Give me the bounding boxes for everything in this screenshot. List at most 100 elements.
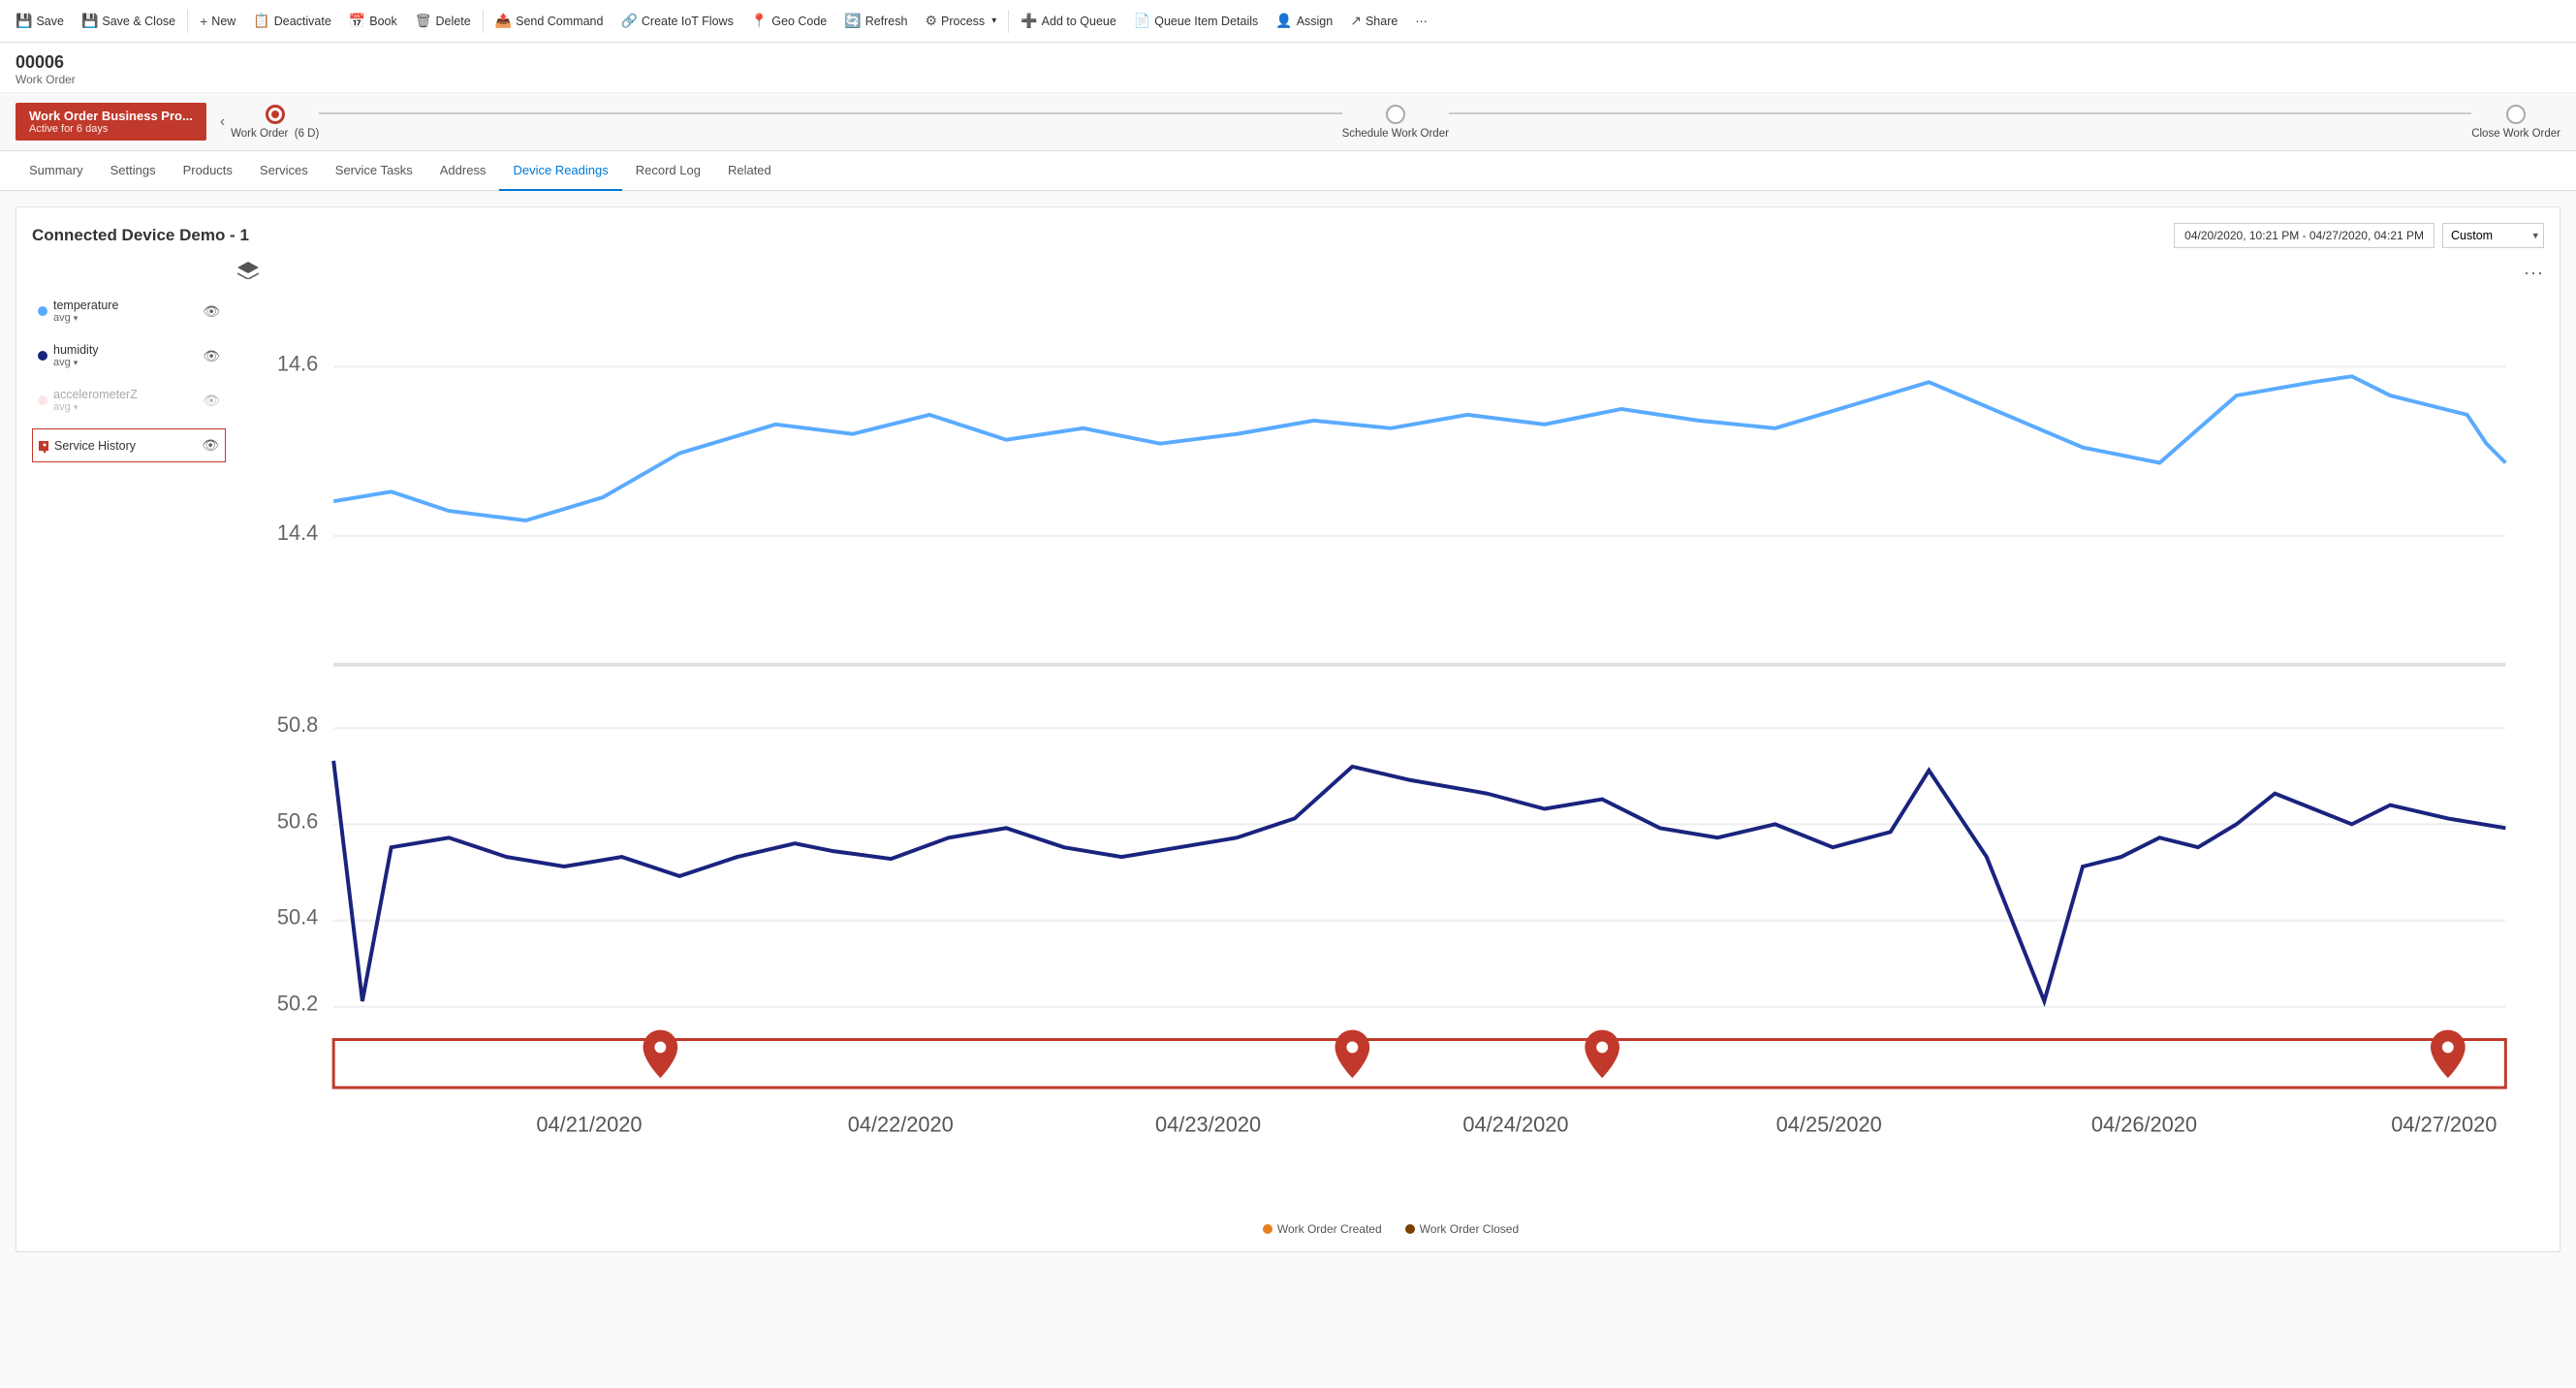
stage-label-2: Schedule Work Order bbox=[1342, 128, 1449, 140]
main-content: Connected Device Demo - 1 04/20/2020, 10… bbox=[0, 191, 2576, 1385]
chart-layers-icon[interactable] bbox=[237, 262, 259, 284]
humidity-agg-chevron[interactable]: ▾ bbox=[74, 358, 79, 368]
stage-bar: Work Order Business Pro... Active for 6 … bbox=[0, 93, 2576, 151]
legend-item-service-history[interactable]: Service History 👁 bbox=[32, 428, 226, 462]
more-button[interactable]: ⋯ bbox=[1407, 8, 1435, 34]
humidity-dot bbox=[38, 351, 47, 361]
stage-item-1[interactable]: Work Order (6 D) bbox=[231, 105, 319, 140]
stage-circle-1 bbox=[266, 105, 285, 124]
stage-label-1: Work Order (6 D) bbox=[231, 128, 319, 140]
tabs-bar: Summary Settings Products Services Servi… bbox=[0, 151, 2576, 191]
stage-circle-2 bbox=[1386, 105, 1405, 124]
tab-products[interactable]: Products bbox=[170, 151, 246, 191]
add-queue-icon: ➕ bbox=[1021, 13, 1037, 29]
work-order-created-dot bbox=[1263, 1224, 1272, 1234]
accelerometerZ-agg-chevron[interactable]: ▾ bbox=[74, 402, 79, 413]
record-header: 00006 Work Order bbox=[0, 43, 2576, 93]
date-range-control: 04/20/2020, 10:21 PM - 04/27/2020, 04:21… bbox=[2174, 223, 2544, 248]
humidity-label-wrap: humidity avg ▾ bbox=[53, 343, 99, 368]
record-type: Work Order bbox=[16, 73, 2560, 86]
iot-icon: 🔗 bbox=[620, 13, 637, 29]
geo-code-icon: 📍 bbox=[751, 13, 768, 29]
geo-code-button[interactable]: 📍 Geo Code bbox=[743, 7, 834, 35]
chart-toolbar: ··· bbox=[237, 262, 2544, 284]
service-history-label: Service History bbox=[54, 439, 136, 453]
stage-progress: Work Order (6 D) Schedule Work Order Clo… bbox=[231, 105, 2560, 140]
service-history-dot bbox=[39, 441, 48, 451]
work-order-closed-dot bbox=[1405, 1224, 1415, 1234]
chart-background bbox=[237, 290, 2544, 1097]
tab-service-tasks[interactable]: Service Tasks bbox=[322, 151, 426, 191]
x-label-5: 04/25/2020 bbox=[1776, 1113, 1882, 1137]
tab-device-readings[interactable]: Device Readings bbox=[499, 151, 621, 191]
create-iot-button[interactable]: 🔗 Create IoT Flows bbox=[613, 7, 740, 35]
delete-button[interactable]: 🗑 Delete bbox=[407, 7, 479, 35]
legend-item-temperature[interactable]: temperature avg ▾ 👁 bbox=[32, 291, 226, 331]
queue-details-button[interactable]: 📄 Queue Item Details bbox=[1126, 7, 1266, 35]
work-order-closed-label: Work Order Closed bbox=[1420, 1222, 1519, 1236]
pin-icon bbox=[39, 441, 50, 455]
toolbar: 💾 Save 💾 Save & Close + New 📋 Deactivate… bbox=[0, 0, 2576, 43]
stage-line-1 bbox=[319, 112, 1341, 114]
tab-address[interactable]: Address bbox=[426, 151, 500, 191]
chart-bottom-legend: Work Order Created Work Order Closed bbox=[237, 1222, 2544, 1236]
process-button[interactable]: ⚙ Process ▾ bbox=[917, 7, 1004, 35]
refresh-icon: 🔄 bbox=[844, 13, 861, 29]
temperature-visibility-toggle[interactable]: 👁 bbox=[203, 303, 220, 320]
save-button[interactable]: 💾 Save bbox=[8, 7, 72, 35]
temperature-label-wrap: temperature avg ▾ bbox=[53, 299, 118, 324]
deactivate-icon: 📋 bbox=[253, 13, 269, 29]
new-icon: + bbox=[200, 14, 207, 29]
humidity-visibility-toggle[interactable]: 👁 bbox=[203, 348, 220, 364]
y-label-top-2: 14.4 bbox=[277, 520, 318, 545]
book-button[interactable]: 📅 Book bbox=[341, 7, 405, 35]
stage-item-2[interactable]: Schedule Work Order bbox=[1342, 105, 1449, 140]
y-label-bot-4: 50.2 bbox=[277, 992, 318, 1016]
chart-area: ··· 14.6 14.4 50.8 50.6 50.4 50.2 bbox=[237, 262, 2544, 1236]
send-command-button[interactable]: 📤 Send Command bbox=[487, 7, 612, 35]
time-range-select[interactable]: Custom Last 7 days Last 30 days Last 90 … bbox=[2442, 223, 2544, 248]
service-history-visibility-toggle[interactable]: 👁 bbox=[202, 437, 219, 454]
x-label-6: 04/26/2020 bbox=[2091, 1113, 2197, 1137]
device-panel-header: Connected Device Demo - 1 04/20/2020, 10… bbox=[32, 223, 2544, 248]
legend-item-humidity[interactable]: humidity avg ▾ 👁 bbox=[32, 335, 226, 376]
legend-left-accelerometerZ: accelerometerZ avg ▾ bbox=[38, 388, 138, 413]
delete-icon: 🗑 bbox=[415, 13, 432, 29]
temperature-agg: avg ▾ bbox=[53, 312, 118, 324]
stage-badge-subtitle: Active for 6 days bbox=[29, 123, 193, 135]
new-button[interactable]: + New bbox=[192, 8, 243, 35]
save-icon: 💾 bbox=[16, 13, 32, 29]
refresh-button[interactable]: 🔄 Refresh bbox=[836, 7, 915, 35]
x-label-2: 04/22/2020 bbox=[848, 1113, 954, 1137]
stage-item-3[interactable]: Close Work Order bbox=[2471, 105, 2560, 140]
chart-more-icon[interactable]: ··· bbox=[2524, 263, 2544, 283]
deactivate-button[interactable]: 📋 Deactivate bbox=[245, 7, 339, 35]
assign-icon: 👤 bbox=[1275, 13, 1292, 29]
y-label-bot-2: 50.6 bbox=[277, 808, 318, 833]
stage-prev-button[interactable]: ‹ bbox=[214, 110, 231, 135]
add-queue-button[interactable]: ➕ Add to Queue bbox=[1013, 7, 1124, 35]
custom-select-wrapper[interactable]: Custom Last 7 days Last 30 days Last 90 … bbox=[2442, 223, 2544, 248]
tab-services[interactable]: Services bbox=[246, 151, 322, 191]
date-range-display: 04/20/2020, 10:21 PM - 04/27/2020, 04:21… bbox=[2174, 223, 2435, 248]
tab-related[interactable]: Related bbox=[714, 151, 785, 191]
accelerometerZ-visibility-toggle[interactable]: 👁 bbox=[203, 393, 220, 409]
process-chevron: ▾ bbox=[991, 16, 996, 26]
save-close-button[interactable]: 💾 Save & Close bbox=[74, 7, 183, 35]
tab-summary[interactable]: Summary bbox=[16, 151, 97, 191]
work-order-created-label: Work Order Created bbox=[1277, 1222, 1382, 1236]
stage-line-2 bbox=[1449, 112, 2471, 114]
x-label-4: 04/24/2020 bbox=[1462, 1113, 1568, 1137]
tab-record-log[interactable]: Record Log bbox=[622, 151, 714, 191]
legend-sidebar: temperature avg ▾ 👁 humidity bbox=[32, 262, 226, 1236]
temperature-dot bbox=[38, 306, 47, 316]
legend-left-temperature: temperature avg ▾ bbox=[38, 299, 118, 324]
temperature-agg-chevron[interactable]: ▾ bbox=[74, 313, 79, 324]
legend-item-accelerometerZ[interactable]: accelerometerZ avg ▾ 👁 bbox=[32, 380, 226, 421]
stage-badge[interactable]: Work Order Business Pro... Active for 6 … bbox=[16, 103, 206, 141]
share-button[interactable]: ↗ Share bbox=[1342, 7, 1405, 35]
tab-settings[interactable]: Settings bbox=[97, 151, 170, 191]
assign-button[interactable]: 👤 Assign bbox=[1268, 7, 1340, 35]
legend-work-order-created: Work Order Created bbox=[1263, 1222, 1382, 1236]
device-title: Connected Device Demo - 1 bbox=[32, 226, 249, 245]
